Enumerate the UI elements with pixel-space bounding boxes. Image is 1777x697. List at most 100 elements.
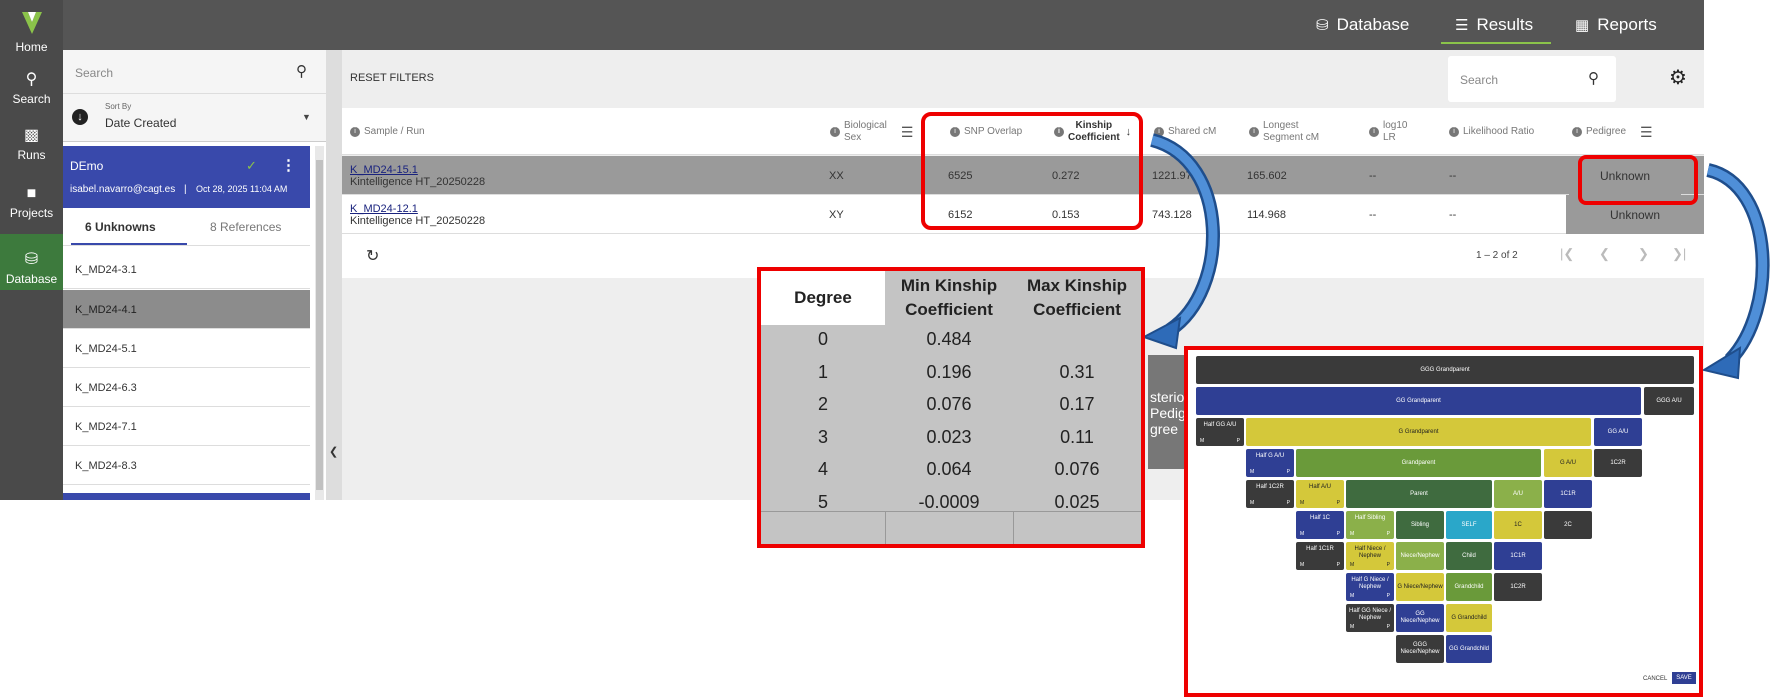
cancel-button[interactable]: CANCEL — [1643, 676, 1667, 682]
niece-nephew-box[interactable]: Niece/Nephew — [1396, 542, 1444, 570]
nav-reports-label: Reports — [1597, 15, 1657, 34]
1c1r-lower-box[interactable]: 1C1R — [1494, 542, 1542, 570]
self-box[interactable]: SELF — [1446, 511, 1492, 539]
col-biological-sex[interactable]: i Biological Sex ☰ — [830, 108, 913, 155]
half-sibling-label: Half Sibling — [1354, 515, 1386, 521]
cell-longest: 114.968 — [1247, 208, 1286, 221]
half-1c-box[interactable]: Half 1C M P — [1296, 511, 1344, 539]
rail-home[interactable]: Home — [0, 0, 63, 58]
1c2r-box[interactable]: 1C2R — [1594, 449, 1642, 477]
next-page-icon[interactable]: ❯ — [1638, 246, 1649, 262]
save-button[interactable]: SAVE — [1672, 672, 1696, 684]
nav-reports[interactable]: ▦ Reports — [1575, 0, 1657, 50]
sibling-box[interactable]: Sibling — [1396, 511, 1444, 539]
chevron-left-icon[interactable]: ❮ — [329, 445, 338, 458]
half-1c1r-box[interactable]: Half 1C1R M P — [1296, 542, 1344, 570]
more-vert-icon[interactable]: ⋮ — [281, 156, 296, 174]
half-gg-au-box[interactable]: Half GG A/U M P — [1196, 418, 1244, 446]
child-box[interactable]: Child — [1446, 542, 1492, 570]
filter-icon[interactable]: ☰ — [901, 125, 914, 139]
list-item[interactable]: K_MD24-3.1 — [63, 250, 310, 289]
au-box[interactable]: A/U — [1494, 480, 1542, 508]
gg-grandchild-box[interactable]: GG Grandchild — [1446, 635, 1492, 663]
list-item[interactable]: K_MD24-6.3 — [63, 368, 310, 407]
filter-icon[interactable]: ☰ — [1640, 125, 1653, 139]
list-item[interactable]: K_MD24-8.3 — [63, 446, 310, 485]
tab-references[interactable]: 8 References — [210, 220, 281, 234]
2c-box[interactable]: 2C — [1544, 511, 1592, 539]
rail-search[interactable]: ⚲ Search — [0, 58, 63, 110]
parent-box[interactable]: Parent — [1346, 480, 1492, 508]
nav-results[interactable]: ☰ Results — [1440, 0, 1552, 50]
gg-au-box[interactable]: GG A/U — [1594, 418, 1642, 446]
half-1c2r-box[interactable]: Half 1C2R M P — [1246, 480, 1294, 508]
half-g-au-box[interactable]: Half G A/U M P — [1246, 449, 1294, 477]
search-icon[interactable]: ⚲ — [1588, 69, 1599, 87]
reset-filters-button[interactable]: RESET FILTERS — [350, 72, 434, 84]
col-likelihood-ratio[interactable]: i Likelihood Ratio — [1449, 108, 1534, 155]
sort-direction-icon[interactable]: ↓ — [72, 109, 88, 125]
1c1r-box[interactable]: 1C1R — [1544, 480, 1592, 508]
list-item[interactable]: K_MD24-5.1 — [63, 329, 310, 368]
g-grandchild-box[interactable]: G Grandchild — [1446, 604, 1492, 632]
panel-search-input[interactable]: Search — [75, 66, 113, 80]
results-search[interactable]: Search ⚲ — [1448, 56, 1616, 102]
col-longest-segment[interactable]: i Longest Segment cM — [1249, 108, 1319, 155]
rail-search-label: Search — [12, 92, 51, 106]
g-au-box[interactable]: G A/U — [1544, 449, 1592, 477]
ggg-niece-box[interactable]: GGG Niece/Nephew — [1396, 635, 1444, 663]
dataset-card[interactable]: DEmo ✓ ⋮ isabel.navarro@cagt.es | Oct 28… — [63, 146, 310, 208]
half-niece-box[interactable]: Half Niece / Nephew M P — [1346, 542, 1394, 570]
ggg-grandparent-box[interactable]: GGG Grandparent — [1196, 356, 1694, 384]
half-sibling-box[interactable]: Half Sibling M P — [1346, 511, 1394, 539]
g-niece-box[interactable]: G Niece/Nephew — [1396, 573, 1444, 601]
results-search-input[interactable]: Search — [1460, 73, 1498, 87]
grandchild-box[interactable]: Grandchild — [1446, 573, 1492, 601]
sort-value: Date Created — [105, 116, 177, 130]
list-item[interactable]: K_MD24-4.1 — [63, 290, 310, 329]
ggg-au-box[interactable]: GGG A/U — [1644, 387, 1694, 415]
kinship-cell-min: 0.196 — [926, 361, 972, 382]
rail-runs[interactable]: ▩ Runs — [0, 114, 63, 166]
col-sample-run[interactable]: i Sample / Run — [350, 108, 425, 155]
half-au-box[interactable]: Half A/U M P — [1296, 480, 1344, 508]
list-item-partial[interactable] — [63, 493, 310, 500]
half-g-niece-box[interactable]: Half G Niece / Nephew M P — [1346, 573, 1394, 601]
search-icon[interactable]: ⚲ — [296, 62, 307, 80]
gear-icon[interactable]: ⚙ — [1669, 65, 1687, 90]
1c-box[interactable]: 1C — [1494, 511, 1542, 539]
g-grandparent-box[interactable]: G Grandparent — [1246, 418, 1591, 446]
gg-grandparent-box[interactable]: GG Grandparent — [1196, 387, 1641, 415]
scrollbar-thumb[interactable] — [316, 160, 323, 490]
grandparent-box[interactable]: Grandparent — [1296, 449, 1541, 477]
last-page-icon[interactable]: ❯| — [1672, 246, 1686, 262]
header-degree: Degree — [761, 271, 885, 325]
kinship-cell-degree: 1 — [817, 361, 828, 382]
sort-dropdown[interactable]: ↓ Sort By Date Created ▼ — [63, 94, 326, 142]
gg-niece-box[interactable]: GG Niece/Nephew — [1396, 604, 1444, 632]
arrow-to-table — [1141, 133, 1220, 350]
sample-link[interactable]: K_MD24-15.1 — [350, 164, 418, 176]
sample-link[interactable]: K_MD24-12.1 — [350, 203, 418, 215]
tab-unknowns[interactable]: 6 Unknowns — [85, 220, 156, 234]
first-page-icon[interactable]: |❮ — [1560, 246, 1574, 262]
col-sample-run-label: Sample / Run — [364, 125, 425, 137]
sort-label: Sort By — [105, 102, 132, 111]
panel-search[interactable]: Search ⚲ — [63, 50, 326, 94]
1c2r-lower-box[interactable]: 1C2R — [1494, 573, 1542, 601]
scrollbar[interactable] — [315, 146, 324, 500]
col-pedigree[interactable]: i Pedigree ☰ — [1572, 108, 1653, 155]
collapse-panel[interactable]: ❮ — [326, 50, 342, 500]
rail-database-label: Database — [5, 272, 58, 286]
prev-page-icon[interactable]: ❮ — [1599, 246, 1610, 262]
list-item[interactable]: K_MD24-7.1 — [63, 407, 310, 446]
cell-sex: XY — [829, 208, 844, 221]
half-gg-niece-box[interactable]: Half GG Niece / Nephew M P — [1346, 604, 1394, 632]
col-log10-lr[interactable]: i log10 LR — [1369, 108, 1407, 155]
rail-projects[interactable]: ■ Projects — [0, 172, 63, 224]
rail-database[interactable]: ⛁ Database — [0, 234, 63, 290]
chevron-down-icon[interactable]: ▼ — [302, 112, 311, 122]
refresh-icon[interactable]: ↻ — [366, 246, 379, 266]
m-label: M — [1250, 469, 1255, 475]
nav-database[interactable]: ⛁ Database — [1316, 0, 1409, 50]
